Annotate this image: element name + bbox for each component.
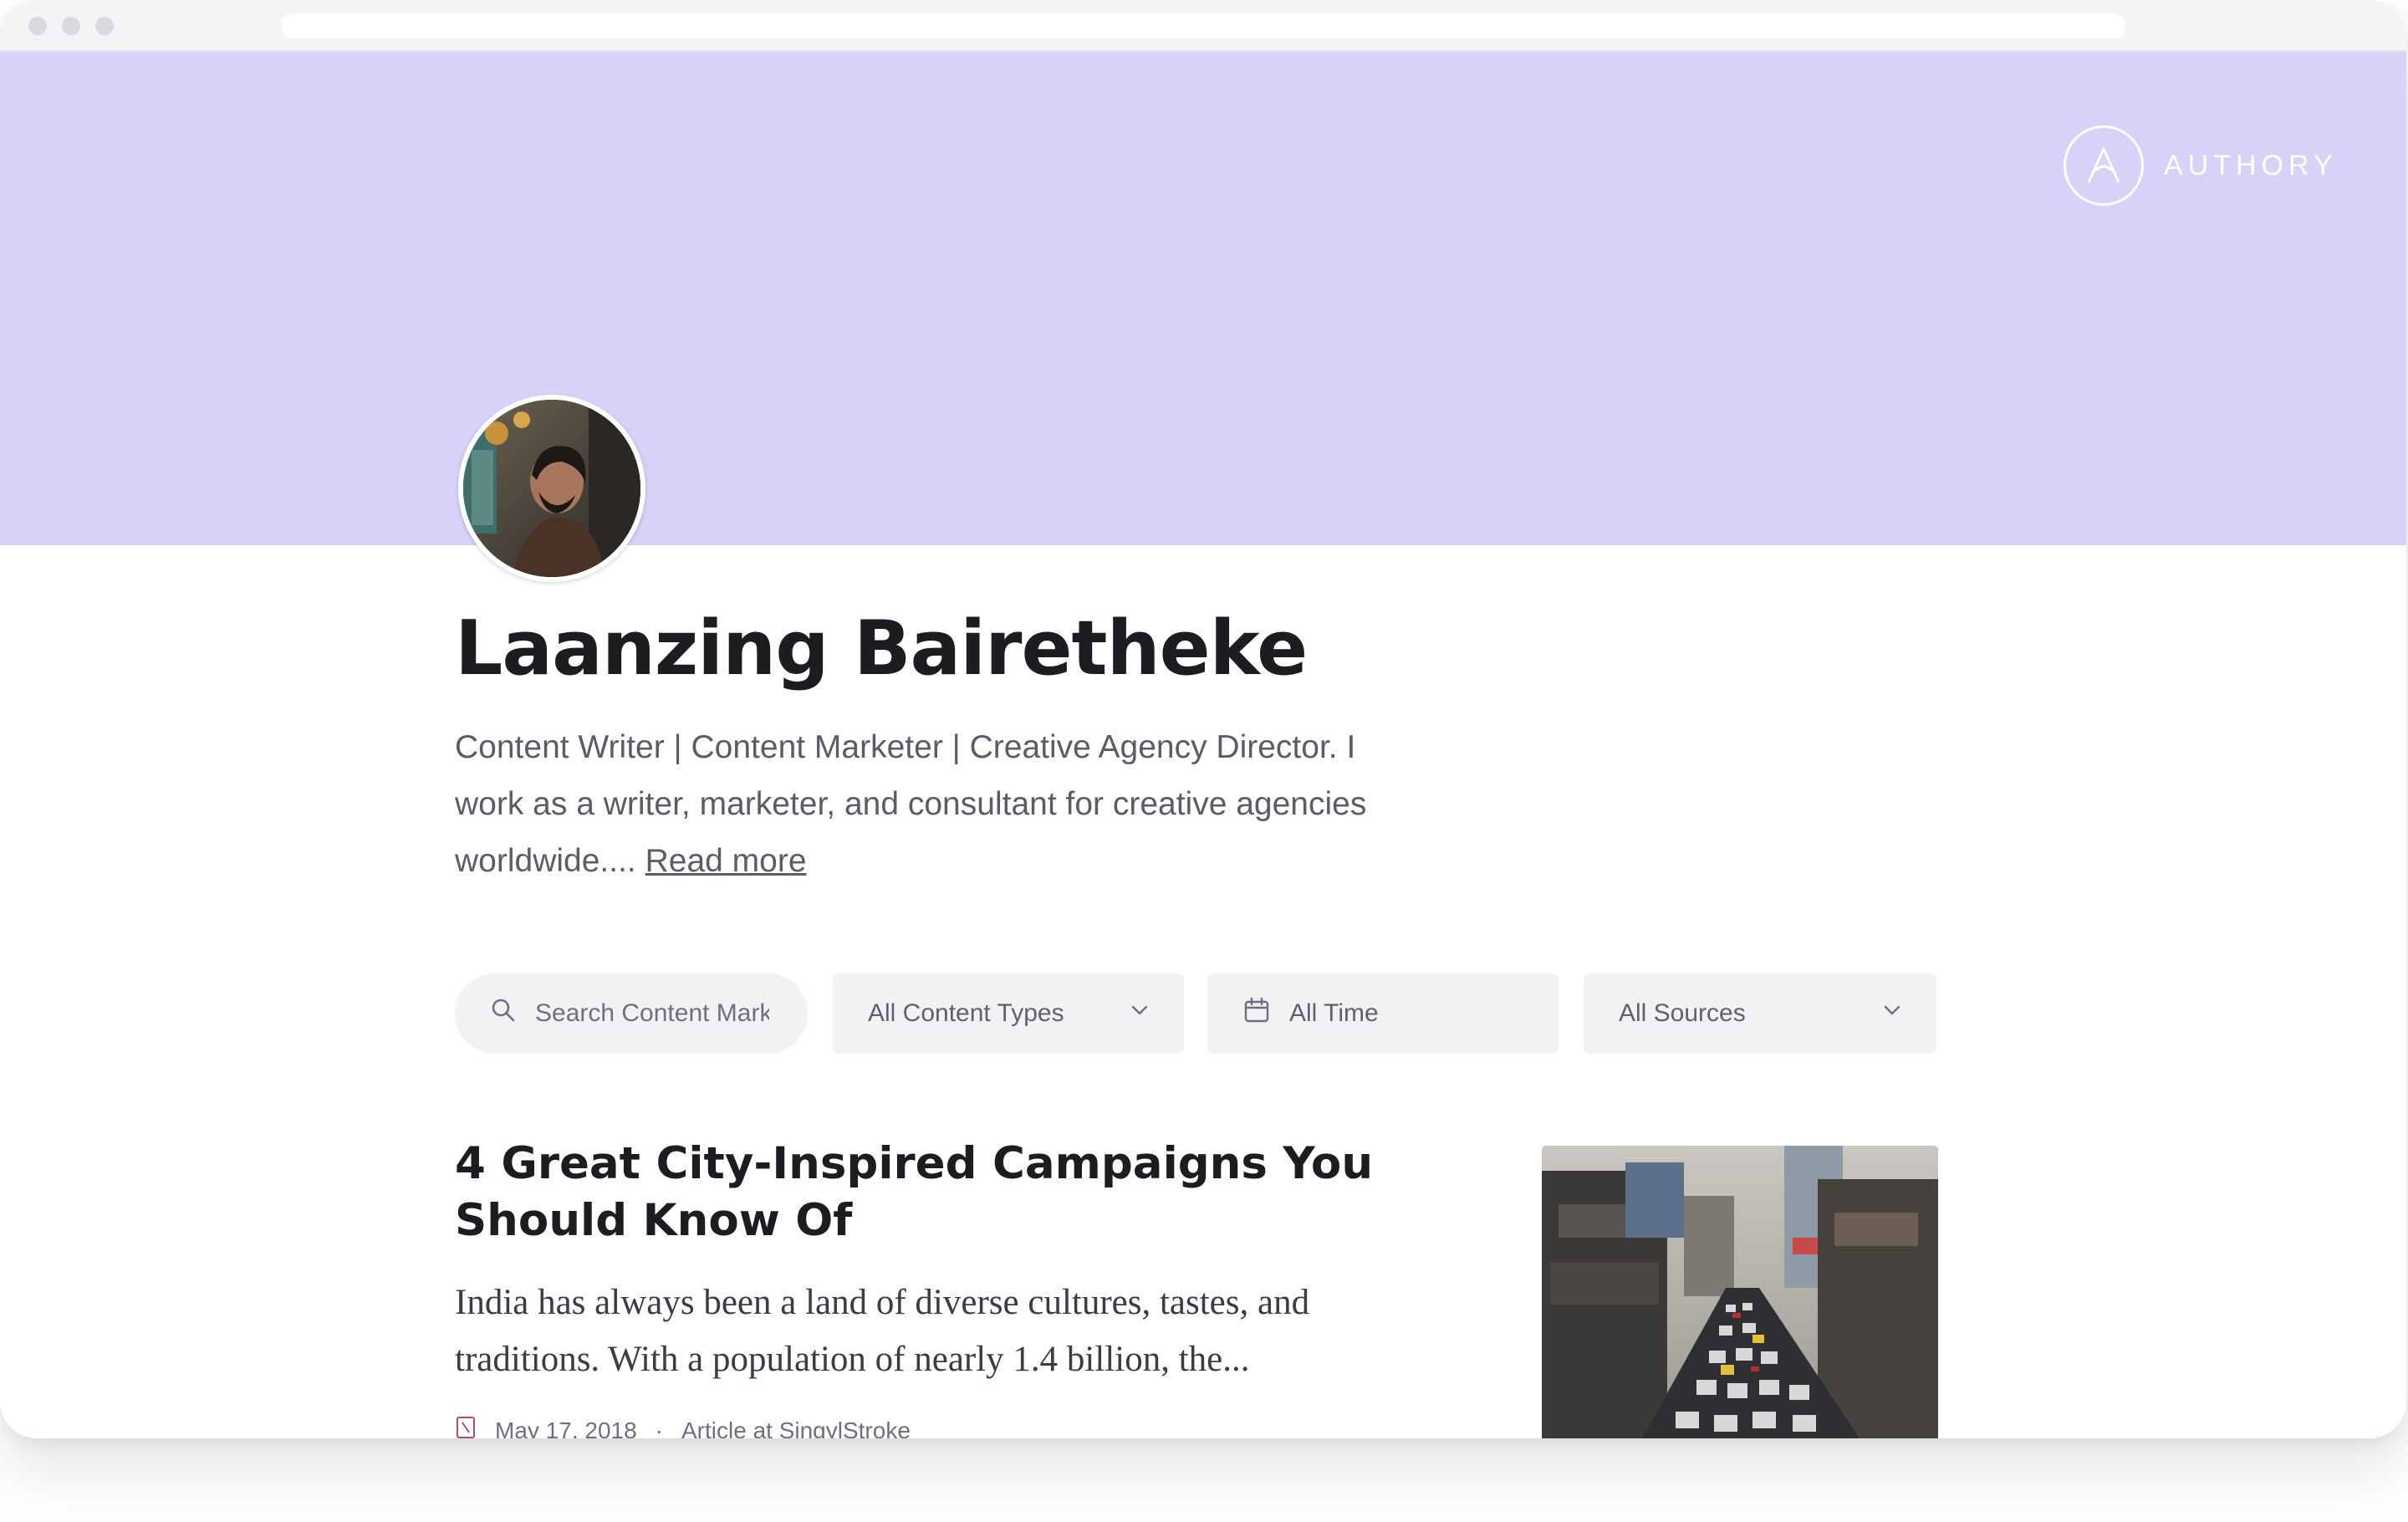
search-icon — [490, 997, 517, 1030]
content-types-value: All Content Types — [868, 999, 1064, 1027]
chevron-down-icon — [1881, 999, 1903, 1028]
bio-text: Content Writer | Content Marketer | Crea… — [455, 729, 1367, 879]
sources-value: All Sources — [1619, 999, 1746, 1027]
article-excerpt: India has always been a land of diverse … — [455, 1283, 1310, 1379]
brand-name: AUTHORY — [2164, 149, 2338, 181]
avatar[interactable] — [458, 395, 645, 582]
sources-dropdown[interactable]: All Sources — [1584, 973, 1936, 1054]
browser-window: AUTHORY Laanzing Bairetheke Content Writ… — [0, 0, 2406, 1438]
profile-bio: Content Writer | Content Marketer | Crea… — [455, 719, 1408, 890]
article-title[interactable]: 4 Great City-Inspired Campaigns You Shou… — [455, 1136, 1458, 1249]
authory-a-logo-icon — [2064, 125, 2144, 206]
authory-brand[interactable]: AUTHORY — [2064, 125, 2338, 206]
time-range-picker[interactable]: All Time — [1207, 973, 1559, 1054]
search-box[interactable] — [455, 973, 808, 1054]
article-meta: May 17, 2018 · Article at SingylStroke — [455, 1415, 911, 1438]
window-minimize-dot[interactable] — [62, 17, 80, 35]
article-source[interactable]: Article at SingylStroke — [681, 1417, 911, 1439]
meta-separator: · — [655, 1417, 663, 1439]
content-types-dropdown[interactable]: All Content Types — [833, 973, 1184, 1054]
chevron-down-icon — [1129, 999, 1150, 1028]
calendar-icon — [1242, 996, 1271, 1031]
profile-banner: AUTHORY — [0, 52, 2406, 545]
address-bar[interactable] — [281, 13, 2125, 38]
browser-titlebar — [0, 0, 2406, 52]
article-icon — [455, 1415, 477, 1438]
read-more-link[interactable]: Read more — [645, 843, 807, 879]
profile-name: Laanzing Bairetheke — [455, 605, 1308, 692]
window-maximize-dot[interactable] — [95, 17, 114, 35]
article-date: May 17, 2018 — [495, 1417, 637, 1439]
time-range-value: All Time — [1289, 999, 1379, 1027]
window-close-dot[interactable] — [28, 17, 47, 35]
article-thumbnail[interactable] — [1542, 1146, 1938, 1438]
search-input[interactable] — [535, 999, 769, 1028]
